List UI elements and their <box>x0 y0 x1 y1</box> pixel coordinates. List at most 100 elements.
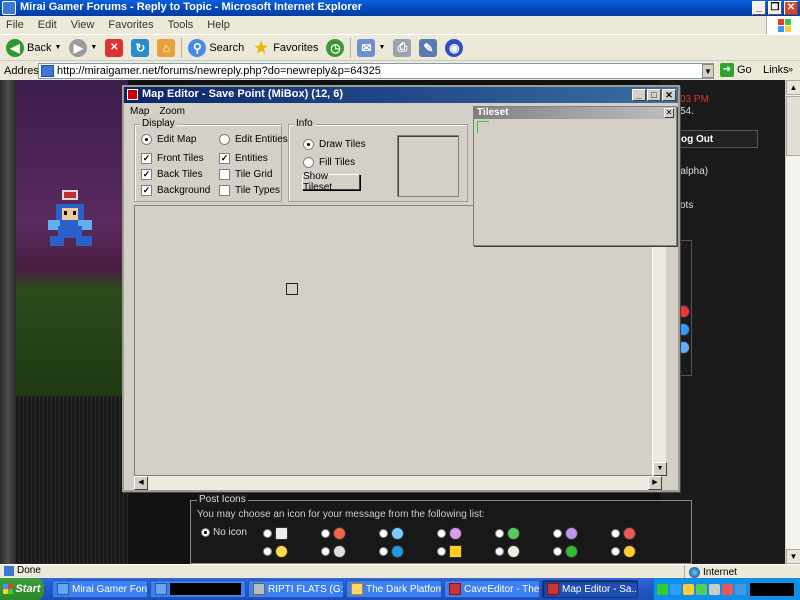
tileset-title-bar[interactable]: Tileset <box>474 107 676 119</box>
front-tiles-option[interactable]: ✓ Front Tiles <box>141 153 204 164</box>
draw-tiles-option[interactable]: Draw Tiles <box>303 139 366 150</box>
post-icon-option[interactable] <box>437 527 462 540</box>
task-ie-blank[interactable] <box>150 580 246 598</box>
tile-grid-checkbox[interactable] <box>219 169 230 180</box>
edit-entities-radio[interactable] <box>219 134 230 145</box>
post-icon-option[interactable] <box>321 545 346 558</box>
tray-messenger-icon[interactable] <box>696 583 707 595</box>
address-input[interactable]: http://miraigamer.net/forums/newreply.ph… <box>38 63 714 79</box>
menu-map[interactable]: Map <box>130 106 149 117</box>
mail-button[interactable]: ✉ ▼ <box>353 37 389 59</box>
menu-zoom[interactable]: Zoom <box>159 106 185 117</box>
menu-view[interactable]: View <box>71 19 95 31</box>
post-icon-option[interactable] <box>379 527 404 540</box>
shades-icon <box>333 545 346 558</box>
background-checkbox[interactable]: ✓ <box>141 185 152 196</box>
home-button[interactable]: ⌂ <box>153 37 179 59</box>
messenger-button[interactable]: ◉ <box>441 37 467 59</box>
favorites-button[interactable]: ★ Favorites <box>248 37 322 59</box>
scroll-down-button[interactable]: ▼ <box>786 549 800 564</box>
task-mirai-gamer[interactable]: Mirai Gamer Foru... <box>52 580 148 598</box>
scroll-left-button[interactable]: ◀ <box>134 476 148 490</box>
chevron-right-icon[interactable]: » <box>788 64 793 74</box>
show-tileset-button[interactable]: Show Tileset <box>302 171 360 193</box>
tray-app-icon[interactable] <box>709 583 720 595</box>
post-icon-option[interactable] <box>437 545 462 558</box>
history-button[interactable]: ◷ <box>322 37 348 59</box>
map-horizontal-scrollbar[interactable]: ◀ ▶ <box>134 476 662 490</box>
search-button[interactable]: ⚲ Search <box>184 37 248 59</box>
page-scrollbar[interactable]: ▲ ▼ <box>785 80 800 564</box>
start-button[interactable]: Start <box>0 578 44 600</box>
tray-security-icon[interactable] <box>722 583 733 595</box>
links-button[interactable]: Links <box>763 64 789 76</box>
map-editor-title-bar[interactable]: Map Editor - Save Point (MiBox) (12, 6) … <box>124 87 678 103</box>
scroll-thumb[interactable] <box>786 96 800 156</box>
menu-tools[interactable]: Tools <box>168 19 194 31</box>
task-caveeditor[interactable]: CaveEditor - The ... <box>444 580 540 598</box>
scroll-down-button[interactable]: ▼ <box>653 462 667 476</box>
scroll-up-button[interactable]: ▲ <box>786 80 800 95</box>
forward-button[interactable]: ▶ ▼ <box>65 37 101 59</box>
tileset-selection[interactable] <box>477 121 489 133</box>
address-dropdown-button[interactable]: ▼ <box>702 64 714 78</box>
restore-button[interactable]: ❐ <box>768 1 782 15</box>
post-icon-option[interactable] <box>321 527 346 540</box>
post-icon-option[interactable] <box>379 545 404 558</box>
refresh-button[interactable]: ↻ <box>127 37 153 59</box>
close-button[interactable]: ✕ <box>662 89 676 101</box>
tray-update-icon[interactable] <box>735 583 746 595</box>
tileset-close-button[interactable]: ✕ <box>664 108 674 118</box>
minimize-button[interactable]: _ <box>632 89 646 101</box>
go-button[interactable]: ➜ Go <box>720 63 752 77</box>
edit-button[interactable]: ✎ <box>415 37 441 59</box>
fill-tiles-option[interactable]: Fill Tiles <box>303 157 355 168</box>
no-icon-option[interactable]: No icon <box>201 527 247 538</box>
entities-checkbox[interactable]: ✓ <box>219 153 230 164</box>
print-button[interactable]: ⎙ <box>389 37 415 59</box>
tile-types-checkbox[interactable] <box>219 185 230 196</box>
post-icon-option[interactable] <box>611 527 636 540</box>
back-tiles-checkbox[interactable]: ✓ <box>141 169 152 180</box>
menu-edit[interactable]: Edit <box>38 19 57 31</box>
tile-grid-option[interactable]: Tile Grid <box>219 169 272 180</box>
post-icon-option[interactable] <box>553 545 578 558</box>
logout-button[interactable]: og Out <box>678 130 758 148</box>
no-icon-radio[interactable] <box>201 528 210 537</box>
fill-tiles-radio[interactable] <box>303 157 314 168</box>
background-option[interactable]: ✓ Background <box>141 185 210 196</box>
task-map-editor[interactable]: Map Editor - Sa... <box>542 580 638 598</box>
scroll-right-button[interactable]: ▶ <box>648 476 662 490</box>
task-dark-platform[interactable]: The Dark Platform <box>346 580 442 598</box>
edit-map-option[interactable]: Edit Map <box>141 134 196 145</box>
menu-help[interactable]: Help <box>207 19 230 31</box>
back-button[interactable]: ◀ Back ▼ <box>2 37 65 59</box>
close-button[interactable]: ✕ <box>784 1 798 15</box>
post-icon-option[interactable] <box>495 545 520 558</box>
post-icon-option[interactable] <box>611 545 636 558</box>
tray-app-icon[interactable] <box>683 583 694 595</box>
front-tiles-checkbox[interactable]: ✓ <box>141 153 152 164</box>
minimize-button[interactable]: _ <box>752 1 766 15</box>
stop-button[interactable]: ✕ <box>101 37 127 59</box>
post-icon-option[interactable] <box>263 545 288 558</box>
tray-volume-icon[interactable] <box>670 583 681 595</box>
post-icon-option[interactable] <box>263 527 288 540</box>
post-icon-option[interactable] <box>553 527 578 540</box>
clock[interactable] <box>750 582 794 596</box>
ie-title-bar[interactable]: Mirai Gamer Forums - Reply to Topic - Mi… <box>0 0 800 16</box>
map-vertical-scrollbar[interactable]: ▲ ▼ <box>652 211 667 476</box>
back-tiles-option[interactable]: ✓ Back Tiles <box>141 169 203 180</box>
tray-network-icon[interactable] <box>657 583 668 595</box>
menu-favorites[interactable]: Favorites <box>108 19 153 31</box>
edit-entities-option[interactable]: Edit Entities <box>219 134 288 145</box>
menu-file[interactable]: File <box>6 19 24 31</box>
task-label: The Dark Platform <box>366 583 442 595</box>
draw-tiles-radio[interactable] <box>303 139 314 150</box>
tile-types-option[interactable]: Tile Types <box>219 185 280 196</box>
edit-map-radio[interactable] <box>141 134 152 145</box>
task-ripti-flats[interactable]: RIPTI FLATS (G:) <box>248 580 344 598</box>
maximize-button[interactable]: □ <box>647 89 661 101</box>
post-icon-option[interactable] <box>495 527 520 540</box>
entities-option[interactable]: ✓ Entities <box>219 153 268 164</box>
